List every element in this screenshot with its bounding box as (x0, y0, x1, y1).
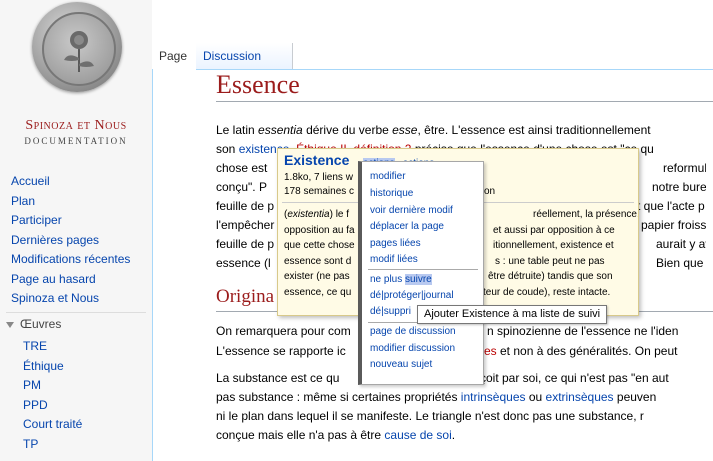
menu-supprimer[interactable]: dé|suppri (370, 306, 411, 317)
nav-dernieres-pages[interactable]: Dernières pages (11, 231, 130, 251)
menu-modif-liees[interactable]: modif liées (370, 254, 418, 265)
menu-modifier-discussion[interactable]: modifier discussion (370, 343, 455, 354)
oeuvres-section-toggle[interactable]: Œuvres (6, 317, 61, 331)
article-line: ni le plan dans lequel il se manifeste. … (216, 409, 644, 423)
menu-voir-derniere-modif[interactable]: voir dernière modif (370, 205, 453, 216)
menu-page-discussion[interactable]: page de discussion (370, 326, 456, 337)
menu-proteger-journal[interactable]: dé|protéger|journal (370, 290, 454, 301)
menu-modifier[interactable]: modifier (370, 171, 406, 182)
divider (152, 69, 153, 461)
coin-logo-icon (32, 2, 122, 92)
article-line: conçue mais elle n'a pas à être cause de… (216, 428, 456, 442)
divider (6, 312, 146, 313)
page-title: Essence (216, 70, 300, 99)
popup-meta: 178 semaines c tion (284, 186, 496, 197)
link-cause-de-soi[interactable]: cause de soi (384, 428, 451, 442)
popup-meta: 1.8ko, 7 liens w (284, 172, 353, 183)
divider (368, 269, 478, 270)
collapse-triangle-icon (6, 321, 14, 328)
link-intrinseques[interactable]: intrinsèques (461, 390, 526, 404)
nav-page-au-hasard[interactable]: Page au hasard (11, 270, 130, 290)
tooltip: Ajouter Existence à ma liste de suivi (417, 305, 608, 324)
menu-historique[interactable]: historique (370, 188, 413, 199)
section-heading: Origina (216, 286, 275, 307)
logo-title: Spinoza et Nous (25, 118, 127, 133)
nav-plan[interactable]: Plan (11, 192, 130, 212)
site-logo[interactable]: Spinoza et Nous DOCUMENTATION (0, 0, 152, 160)
oeuvre-ethique[interactable]: Éthique (23, 357, 82, 377)
oeuvre-pm[interactable]: PM (23, 376, 82, 396)
menu-deplacer-page[interactable]: déplacer la page (370, 221, 444, 232)
menu-pages-liees[interactable]: pages liées (370, 238, 421, 249)
menu-suivre-link[interactable]: suivre (405, 274, 432, 285)
oeuvres-heading: Œuvres (20, 317, 62, 331)
actions-menu: modifier historique voir dernière modif … (358, 161, 484, 385)
menu-nouveau-sujet[interactable]: nouveau sujet (370, 359, 432, 370)
oeuvre-court-traite[interactable]: Court traité (23, 415, 82, 435)
article-line: pas substance : même si certaines propri… (216, 390, 657, 404)
oeuvre-tp[interactable]: TP (23, 435, 82, 455)
logo-subtitle: DOCUMENTATION (24, 136, 128, 146)
nav-accueil[interactable]: Accueil (11, 172, 130, 192)
oeuvres-list: TRE Éthique PM PPD Court traité TP (23, 337, 82, 454)
divider (216, 101, 713, 102)
navigation-menu: Accueil Plan Participer Dernières pages … (11, 172, 130, 309)
nav-spinoza-et-nous[interactable]: Spinoza et Nous (11, 289, 130, 309)
oeuvre-ppd[interactable]: PPD (23, 396, 82, 416)
nav-participer[interactable]: Participer (11, 211, 130, 231)
article-line: Le latin essentia dérive du verbe esse, … (216, 123, 651, 137)
oeuvre-tre[interactable]: TRE (23, 337, 82, 357)
menu-suivre[interactable]: ne plus suivre (370, 274, 432, 285)
tab-discussion[interactable]: Discussion (196, 43, 293, 70)
nav-modifications-recentes[interactable]: Modifications récentes (11, 250, 130, 270)
link-extrinseques[interactable]: extrinsèques (546, 390, 614, 404)
popup-title[interactable]: Existence (284, 153, 349, 167)
sidebar: Spinoza et Nous DOCUMENTATION Accueil Pl… (0, 0, 152, 461)
